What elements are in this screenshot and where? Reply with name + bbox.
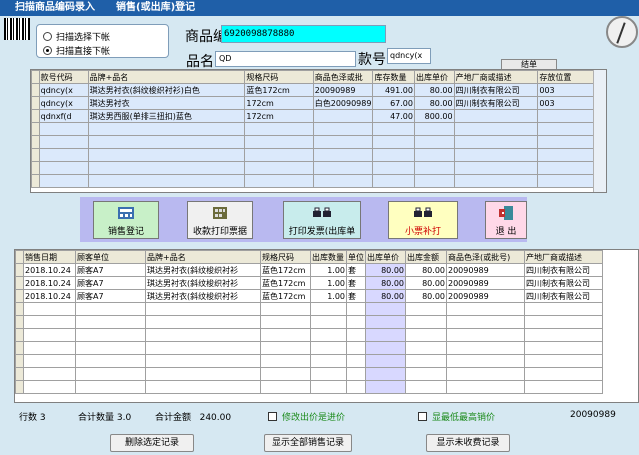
barcode-icon <box>4 18 30 40</box>
exit-door-icon <box>499 206 513 220</box>
table-row[interactable] <box>15 354 603 368</box>
col-header[interactable]: 出库单价 <box>413 70 455 84</box>
table-row[interactable]: 2018.10.24 顾客A7 琪达男衬衣(斜纹梭织衬衫 蓝色172cm 1.0… <box>15 276 603 290</box>
stock-scrollbar[interactable] <box>593 70 606 192</box>
receipt-print-button[interactable]: 收款打印票据 <box>187 201 253 239</box>
checkbox-icon <box>418 412 427 421</box>
printer-icon <box>414 207 432 217</box>
kuan-label: 款号代码 <box>358 52 386 68</box>
col-header[interactable]: 库存数量 <box>372 70 415 84</box>
table-row[interactable]: 2018.10.24 顾客A7 琪达男衬衣(斜纹梭织衬衫 蓝色172cm 1.0… <box>15 289 603 303</box>
batch-number: 20090989 <box>570 410 616 420</box>
title-bar: 扫描商品编码录入 销售(或出库)登记 <box>0 0 639 16</box>
table-row[interactable] <box>31 148 606 162</box>
stock-grid[interactable]: 款号代码 品牌+品名 规格尺码 商品色泽或批 库存数量 出库单价 产地厂商或描述… <box>30 69 607 193</box>
delete-selected-button[interactable]: 删除选定记录 <box>110 434 194 452</box>
reprint-ticket-button[interactable]: 小票补打 <box>388 201 458 239</box>
print-invoice-button[interactable]: 打印发票(出库单 <box>283 201 361 239</box>
table-row[interactable] <box>31 122 606 136</box>
total-amount: 合计金额 240.00 <box>155 413 232 423</box>
kuan-input[interactable]: qdncy(x <box>387 48 431 64</box>
col-header[interactable]: 产地厂商或描述 <box>453 70 539 84</box>
row-count: 行数 3 <box>19 413 46 423</box>
col-header[interactable]: 商品色泽(或批号) <box>446 250 525 264</box>
table-row[interactable] <box>15 341 603 355</box>
code-input[interactable]: 6920098878880 <box>221 25 386 43</box>
title-left: 扫描商品编码录入 <box>15 2 95 13</box>
show-unpaid-button[interactable]: 显示未收费记录 <box>426 434 510 452</box>
exit-button[interactable]: 退 出 <box>485 201 527 239</box>
radio-dot-icon <box>43 32 52 41</box>
col-header[interactable]: 顾客单位 <box>75 250 146 264</box>
sales-header-row: 销售日期 顾客单位 品牌+品名 规格尺码 出库数量 单位 出库单价 出库金额 商… <box>15 250 603 264</box>
col-header[interactable]: 款号代码 <box>38 70 89 84</box>
table-row[interactable] <box>31 135 606 149</box>
table-row[interactable] <box>15 328 603 342</box>
radio-scan-direct[interactable]: 扫描直接下帐 <box>43 44 110 57</box>
sales-grid[interactable]: 销售日期 顾客单位 品牌+品名 规格尺码 出库数量 单位 出库单价 出库金额 商… <box>14 249 639 403</box>
stock-header-row: 款号代码 品牌+品名 规格尺码 商品色泽或批 库存数量 出库单价 产地厂商或描述… <box>31 70 606 84</box>
power-icon[interactable] <box>606 16 638 48</box>
col-header[interactable]: 品牌+品名 <box>87 70 246 84</box>
total-quantity: 合计数量 3.0 <box>78 413 132 423</box>
col-header[interactable]: 销售日期 <box>23 250 76 264</box>
calculator-icon <box>213 207 227 219</box>
table-row[interactable]: qdncy(x 琪达男衬衣 172cm 白色20090989 67.00 80.… <box>31 96 606 110</box>
col-header[interactable]: 出库金额 <box>405 250 447 264</box>
table-row[interactable] <box>15 380 603 394</box>
table-row[interactable] <box>15 302 603 316</box>
name-input[interactable]: QD <box>215 51 356 67</box>
col-header[interactable]: 出库数量 <box>310 250 347 264</box>
register-icon <box>118 207 134 219</box>
checkbox-cost-price[interactable]: 修改出价是进价 <box>268 410 345 423</box>
table-row[interactable] <box>15 315 603 329</box>
table-row[interactable] <box>31 174 606 188</box>
table-row[interactable]: 2018.10.24 顾客A7 琪达男衬衣(斜纹梭织衬衫 蓝色172cm 1.0… <box>15 263 603 277</box>
radio-dot-selected-icon <box>43 46 52 55</box>
show-all-sales-button[interactable]: 显示全部销售记录 <box>264 434 352 452</box>
table-row[interactable] <box>15 367 603 381</box>
col-header[interactable]: 单位 <box>346 250 366 264</box>
col-header[interactable]: 出库单价 <box>365 250 406 264</box>
radio-scan-select[interactable]: 扫描选择下帐 <box>43 30 110 43</box>
title-right: 销售(或出库)登记 <box>116 2 196 13</box>
table-row[interactable]: qdncy(x 琪达男衬衣(斜纹梭织衬衫)白色 蓝色172cm 20090989… <box>31 83 606 97</box>
table-row[interactable]: qdnxf(d 琪达男西服(单排三扭扣)蓝色 172cm 47.00 800.0… <box>31 109 606 123</box>
col-header[interactable]: 商品色泽或批 <box>312 70 374 84</box>
checkbox-icon <box>268 412 277 421</box>
col-header[interactable]: 规格尺码 <box>244 70 314 84</box>
scan-mode-group: 扫描选择下帐 扫描直接下帐 <box>36 24 169 58</box>
printer-icon <box>313 207 331 217</box>
sales-register-button[interactable]: 销售登记 <box>93 201 159 239</box>
name-label: 品名 <box>186 54 214 70</box>
col-header[interactable]: 品牌+品名 <box>145 250 261 264</box>
checkbox-min-max-price[interactable]: 显最低最高销价 <box>418 410 495 423</box>
col-header[interactable]: 规格尺码 <box>260 250 311 264</box>
col-header[interactable]: 产地厂商或描述 <box>524 250 603 264</box>
table-row[interactable] <box>31 161 606 175</box>
